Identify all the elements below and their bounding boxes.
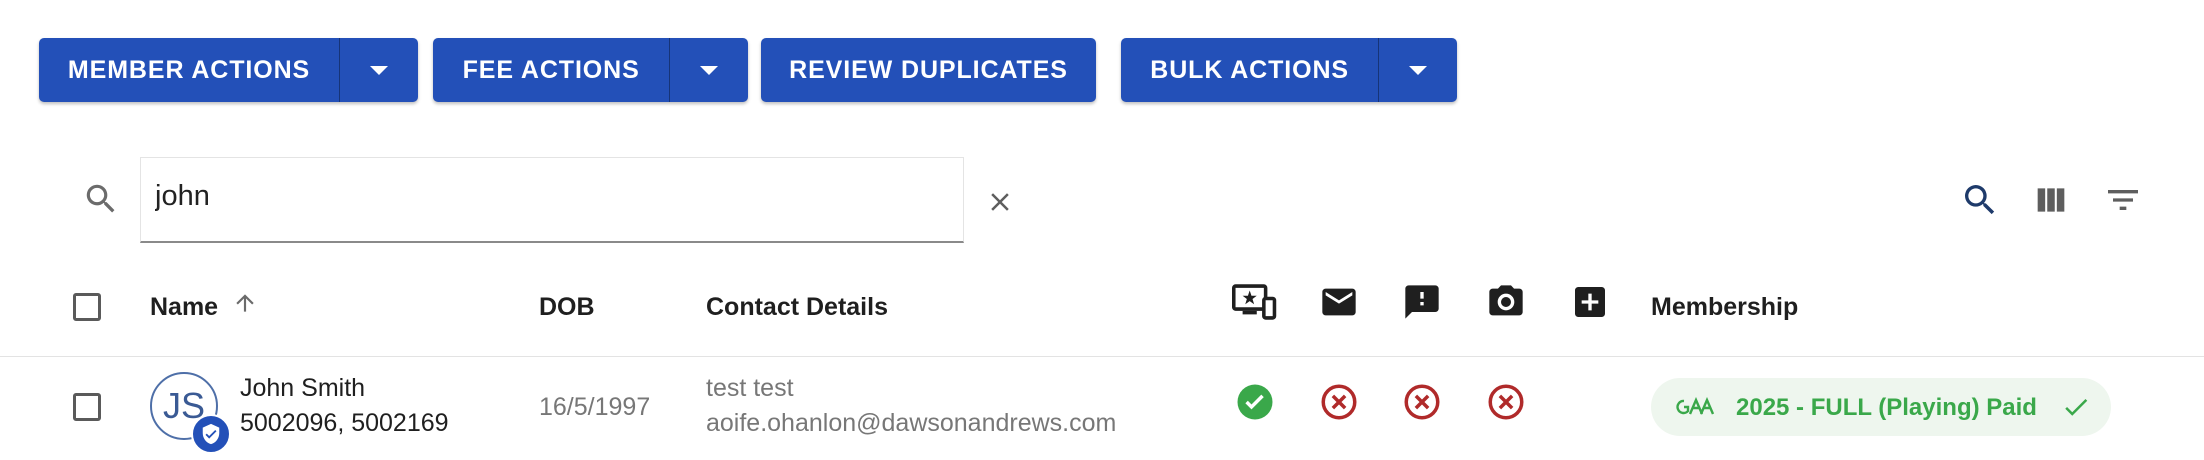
arrow-drop-down-icon xyxy=(370,65,388,75)
arrow-drop-down-icon xyxy=(1409,65,1428,75)
check-circle-icon xyxy=(1234,381,1276,428)
member-dob: 16/5/1997 xyxy=(539,393,651,421)
arrow-drop-down-icon xyxy=(700,65,719,75)
column-header-name[interactable]: Name xyxy=(150,293,218,322)
medical-cross-icon xyxy=(1569,282,1611,327)
membership-chip[interactable]: 2025 - FULL (Playing) Paid xyxy=(1651,378,2111,436)
bulk-actions-button[interactable]: BULK ACTIONS xyxy=(1121,38,1378,102)
contact-email: aoife.ohanlon@dawsonandrews.com xyxy=(706,409,1117,437)
app-registration-icon xyxy=(1232,282,1278,327)
bulk-actions-group: BULK ACTIONS xyxy=(1121,38,1457,102)
member-actions-dropdown-button[interactable] xyxy=(339,38,418,102)
email-icon xyxy=(1318,282,1360,327)
column-header-dob[interactable]: DOB xyxy=(539,293,595,322)
gaa-logo-icon xyxy=(1675,396,1715,422)
verified-shield-icon xyxy=(191,414,231,454)
check-icon xyxy=(2059,392,2093,427)
table-header-row xyxy=(0,268,2204,357)
member-name[interactable]: John Smith xyxy=(240,374,365,403)
bulk-actions-dropdown-button[interactable] xyxy=(1378,38,1457,102)
contact-name: test test xyxy=(706,374,794,402)
review-duplicates-button[interactable]: REVIEW DUPLICATES xyxy=(761,38,1096,102)
feedback-icon xyxy=(1401,282,1443,327)
row-select-checkbox[interactable] xyxy=(73,393,101,421)
member-actions-group: MEMBER ACTIONS xyxy=(39,38,418,102)
action-toolbar: MEMBER ACTIONS FEE ACTIONS REVIEW DUPLIC… xyxy=(39,38,2179,102)
search-field[interactable] xyxy=(140,157,964,243)
close-icon[interactable] xyxy=(985,187,1015,222)
member-actions-button[interactable]: MEMBER ACTIONS xyxy=(39,38,339,102)
cancel-circle-icon xyxy=(1318,381,1360,428)
column-header-contact-details[interactable]: Contact Details xyxy=(706,293,888,322)
view-column-icon[interactable] xyxy=(2031,180,2071,225)
members-page: MEMBER ACTIONS FEE ACTIONS REVIEW DUPLIC… xyxy=(0,0,2204,460)
cancel-circle-icon xyxy=(1485,381,1527,428)
search-icon[interactable] xyxy=(1960,180,2000,225)
search-icon xyxy=(82,180,120,223)
search-input[interactable] xyxy=(155,180,935,213)
arrow-upward-icon[interactable] xyxy=(232,290,258,321)
fee-actions-group: FEE ACTIONS xyxy=(433,38,748,102)
filter-list-icon[interactable] xyxy=(2103,180,2143,225)
select-all-checkbox[interactable] xyxy=(73,293,101,321)
column-header-membership[interactable]: Membership xyxy=(1651,293,1798,322)
camera-icon xyxy=(1485,282,1527,327)
membership-label: 2025 - FULL (Playing) Paid xyxy=(1736,394,2037,421)
fee-actions-dropdown-button[interactable] xyxy=(669,38,748,102)
review-duplicates-group: REVIEW DUPLICATES xyxy=(761,38,1096,102)
fee-actions-button[interactable]: FEE ACTIONS xyxy=(433,38,669,102)
member-ids: 5002096, 5002169 xyxy=(240,409,449,437)
cancel-circle-icon xyxy=(1401,381,1443,428)
